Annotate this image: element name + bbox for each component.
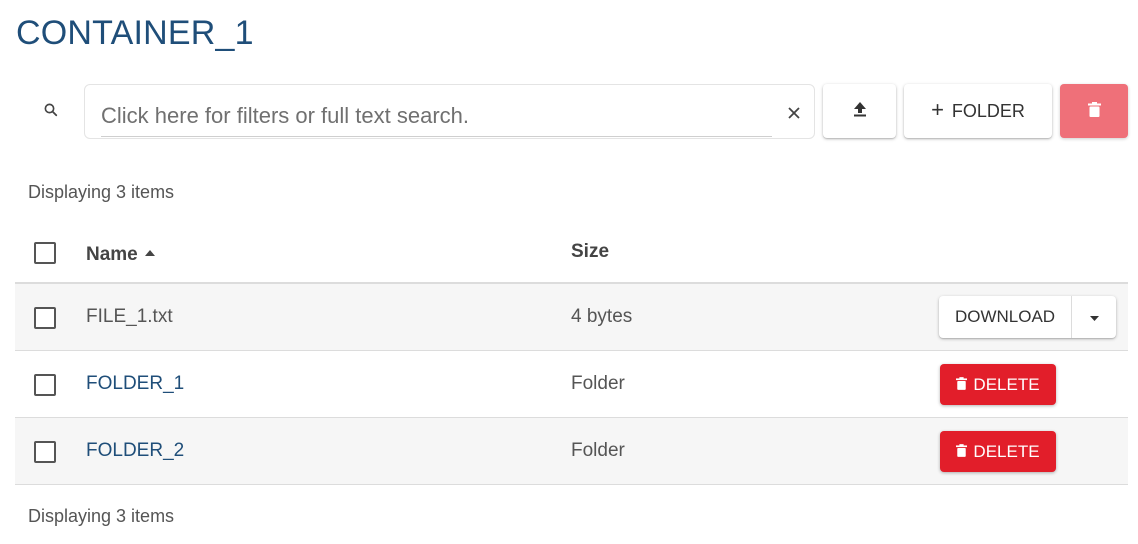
file-size: 4 bytes	[571, 306, 633, 327]
column-header-name-label: Name	[86, 244, 138, 265]
column-header-size[interactable]: Size	[571, 241, 609, 263]
page-title: CONTAINER_1	[16, 14, 254, 52]
upload-button[interactable]	[823, 84, 896, 138]
item-count-footer: Displaying 3 items	[28, 506, 175, 526]
add-folder-button[interactable]: + FOLDER	[904, 84, 1052, 138]
delete-button[interactable]: DELETE	[940, 431, 1056, 472]
plus-icon: +	[931, 97, 944, 122]
upload-icon	[853, 101, 867, 122]
table-row: FILE_1.txt 4 bytes DOWNLOAD	[15, 284, 1128, 351]
file-name: FILE_1.txt	[86, 306, 173, 327]
add-folder-label: FOLDER	[951, 100, 1025, 121]
file-table: Name Size FILE_1.txt 4 bytes DOWNLOAD FO…	[15, 218, 1128, 485]
table-row: FOLDER_2 Folder DELETE	[15, 418, 1128, 485]
trash-icon	[956, 375, 968, 395]
table-row: FOLDER_1 Folder DELETE	[15, 351, 1128, 418]
row-checkbox[interactable]	[34, 441, 56, 463]
page: CONTAINER_1 + FOLDER	[0, 0, 1138, 544]
item-size: Folder	[571, 373, 625, 394]
delete-selected-button[interactable]	[1060, 84, 1128, 138]
sort-ascending-icon	[144, 241, 156, 263]
trash-icon	[956, 442, 968, 462]
caret-down-icon	[1089, 308, 1099, 326]
download-button-group: DOWNLOAD	[939, 296, 1116, 338]
delete-button[interactable]: DELETE	[940, 364, 1056, 405]
search-icon[interactable]	[42, 101, 60, 119]
select-all-checkbox[interactable]	[34, 242, 56, 264]
search-box	[84, 84, 815, 139]
row-checkbox[interactable]	[34, 374, 56, 396]
download-button[interactable]: DOWNLOAD	[939, 296, 1072, 338]
folder-link[interactable]: FOLDER_1	[86, 373, 184, 395]
folder-link[interactable]: FOLDER_2	[86, 440, 184, 462]
delete-label: DELETE	[973, 374, 1040, 394]
table-header: Name Size	[15, 218, 1128, 284]
close-icon[interactable]	[782, 101, 806, 125]
delete-label: DELETE	[973, 441, 1040, 461]
item-count: Displaying 3 items	[28, 182, 175, 202]
item-size: Folder	[571, 440, 625, 461]
search-input[interactable]	[101, 95, 772, 137]
trash-icon	[1087, 101, 1101, 122]
download-options-button[interactable]	[1072, 296, 1116, 338]
column-header-name[interactable]: Name	[86, 241, 156, 266]
row-checkbox[interactable]	[34, 307, 56, 329]
